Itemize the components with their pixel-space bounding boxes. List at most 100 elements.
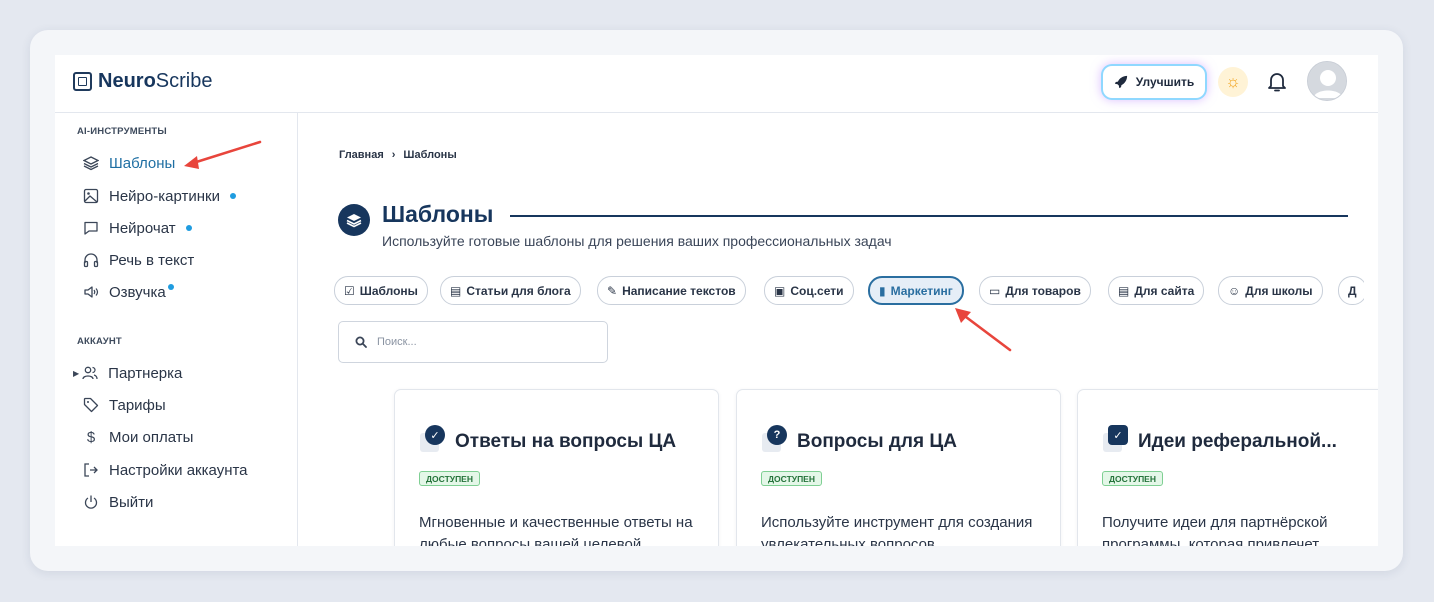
chip-icon: ☑ bbox=[344, 283, 355, 298]
sidebar-item-label: Выйти bbox=[109, 493, 154, 511]
main-content: Главная › Шаблоны Шаблоны Используйте го… bbox=[298, 113, 1378, 546]
page-subtitle: Используйте готовые шаблоны для решения … bbox=[382, 233, 892, 249]
caret-right-icon: ▶ bbox=[73, 368, 80, 378]
avatar[interactable] bbox=[1307, 61, 1347, 101]
screenshot-frame: NeuroScribe Улучшить ☼ AI-ИНСТРУМЕНТЫ Ша… bbox=[30, 30, 1403, 571]
page-title: Шаблоны bbox=[382, 201, 494, 227]
dollar-icon: $ bbox=[86, 428, 96, 446]
upgrade-button[interactable]: Улучшить bbox=[1103, 66, 1205, 98]
title-divider bbox=[510, 215, 1348, 217]
chip-copywriting[interactable]: ✎ Написание текстов bbox=[597, 276, 746, 305]
status-badge: ДОСТУПЕН bbox=[1102, 471, 1163, 486]
bell-icon[interactable] bbox=[1265, 69, 1289, 95]
sidebar-item-neurochat[interactable]: Нейрочат bbox=[83, 217, 192, 239]
sidebar-item-label: Шаблоны bbox=[109, 154, 176, 172]
users-icon bbox=[82, 366, 98, 380]
template-card[interactable]: ✓ Ответы на вопросы ЦА ДОСТУПЕН Мгновенн… bbox=[394, 389, 719, 546]
logo-light-text: Scribe bbox=[155, 70, 213, 92]
section-title-tools: AI-ИНСТРУМЕНТЫ bbox=[77, 126, 167, 137]
sidebar-item-partners[interactable]: ▶ Партнерка bbox=[73, 362, 182, 384]
chip-label: Соц.сети bbox=[790, 283, 844, 298]
rocket-icon bbox=[1114, 75, 1127, 89]
category-chips: ☑ Шаблоны ▤ Статьи для блога ✎ Написание те… bbox=[334, 276, 1364, 308]
theme-toggle[interactable]: ☼ bbox=[1218, 67, 1248, 97]
breadcrumb-current: Шаблоны bbox=[403, 149, 457, 161]
status-badge: ДОСТУПЕН bbox=[419, 471, 480, 486]
chip-label: Для товаров bbox=[1005, 283, 1081, 298]
chip-marketing[interactable]: ▮ Маркетинг bbox=[868, 276, 964, 305]
check-icon: ✓ bbox=[425, 425, 445, 445]
chip-label: Статьи для блога bbox=[466, 283, 571, 298]
power-icon bbox=[84, 495, 98, 509]
sidebar-item-label: Тарифы bbox=[109, 396, 166, 414]
section-title-account: АККАУНТ bbox=[77, 336, 122, 347]
sidebar-item-payments[interactable]: $ Мои оплаты bbox=[83, 426, 194, 448]
card-title: Вопросы для ЦА bbox=[797, 431, 957, 452]
template-card[interactable]: ✓ Идеи реферальной... ДОСТУПЕН Получите … bbox=[1077, 389, 1378, 546]
chip-icon: ▮ bbox=[879, 283, 886, 298]
chip-label: Для школы bbox=[1245, 283, 1313, 298]
sun-icon: ☼ bbox=[1225, 72, 1241, 91]
chip-school[interactable]: ☺ Для школы bbox=[1218, 276, 1323, 305]
new-indicator-dot bbox=[185, 225, 192, 231]
speaker-icon bbox=[84, 286, 99, 298]
breadcrumb-home[interactable]: Главная bbox=[339, 149, 384, 161]
chip-icon: ☺ bbox=[1228, 283, 1241, 298]
upgrade-label: Улучшить bbox=[1135, 75, 1195, 89]
templates-title-icon bbox=[338, 204, 370, 236]
app-window: NeuroScribe Улучшить ☼ AI-ИНСТРУМЕНТЫ Ша… bbox=[55, 55, 1378, 546]
sidebar-item-label: Настройки аккаунта bbox=[109, 461, 248, 479]
chip-icon: ▤ bbox=[450, 283, 462, 298]
status-badge: ДОСТУПЕН bbox=[761, 471, 822, 486]
chat-icon bbox=[84, 221, 98, 235]
search-icon bbox=[355, 336, 367, 348]
sidebar-item-tariffs[interactable]: Тарифы bbox=[83, 394, 166, 416]
breadcrumb-separator: › bbox=[391, 149, 396, 161]
card-description: Мгновенные и качественные ответы на любы… bbox=[419, 514, 693, 546]
checkbox-icon: ✓ bbox=[1108, 425, 1128, 445]
chip-more[interactable]: Д bbox=[1338, 276, 1364, 305]
chip-products[interactable]: ▭ Для товаров bbox=[979, 276, 1091, 305]
chip-label: Д bbox=[1348, 283, 1357, 298]
logo-icon bbox=[73, 72, 92, 91]
image-icon bbox=[83, 188, 99, 204]
chip-label: Маркетинг bbox=[890, 283, 953, 298]
new-indicator-dot bbox=[229, 193, 236, 199]
sidebar-item-account-settings[interactable]: Настройки аккаунта bbox=[83, 459, 248, 481]
sidebar-item-logout[interactable]: Выйти bbox=[83, 491, 153, 513]
chip-blog-articles[interactable]: ▤ Статьи для блога bbox=[440, 276, 581, 305]
card-title: Идеи реферальной... bbox=[1138, 431, 1337, 452]
user-avatar-icon bbox=[1308, 62, 1346, 100]
search-input[interactable]: Поиск... bbox=[338, 321, 608, 363]
sidebar-item-label: Нейро-картинки bbox=[109, 187, 220, 205]
sidebar-item-voiceover[interactable]: Озвучка bbox=[83, 281, 174, 303]
chip-label: Шаблоны bbox=[359, 283, 418, 298]
headphones-icon bbox=[83, 253, 99, 268]
layers-icon bbox=[346, 214, 362, 228]
template-card[interactable]: ? Вопросы для ЦА ДОСТУПЕН Используйте ин… bbox=[736, 389, 1061, 546]
chip-website[interactable]: ▤ Для сайта bbox=[1108, 276, 1205, 305]
chip-icon: ✎ bbox=[607, 283, 618, 298]
breadcrumb: Главная › Шаблоны bbox=[339, 149, 457, 161]
sidebar-item-label: Мои оплаты bbox=[109, 428, 194, 446]
sidebar: AI-ИНСТРУМЕНТЫ Шаблоны Нейро-картинки Не… bbox=[55, 113, 298, 546]
card-title: Ответы на вопросы ЦА bbox=[455, 431, 677, 452]
sidebar-item-label: Озвучка bbox=[109, 283, 166, 301]
sidebar-item-speech-to-text[interactable]: Речь в текст bbox=[83, 249, 194, 271]
sidebar-item-label: Речь в текст bbox=[109, 251, 195, 269]
search-placeholder: Поиск... bbox=[377, 336, 417, 348]
chip-icon: ▭ bbox=[989, 283, 1001, 298]
chip-social[interactable]: ▣ Соц.сети bbox=[764, 276, 854, 305]
sidebar-item-label: Нейрочат bbox=[109, 219, 176, 237]
logo[interactable]: NeuroScribe bbox=[73, 70, 213, 93]
chip-templates[interactable]: ☑ Шаблоны bbox=[334, 276, 428, 305]
login-icon bbox=[84, 463, 98, 477]
chip-label: Для сайта bbox=[1134, 283, 1195, 298]
layers-icon bbox=[83, 156, 99, 171]
top-header: NeuroScribe Улучшить ☼ bbox=[55, 55, 1378, 113]
card-description: Используйте инструмент для создания увле… bbox=[761, 514, 1033, 546]
chip-icon: ▣ bbox=[774, 283, 786, 298]
sidebar-item-templates[interactable]: Шаблоны bbox=[83, 152, 175, 174]
sidebar-item-neuro-images[interactable]: Нейро-картинки bbox=[83, 185, 236, 207]
chip-label: Написание текстов bbox=[622, 283, 736, 298]
